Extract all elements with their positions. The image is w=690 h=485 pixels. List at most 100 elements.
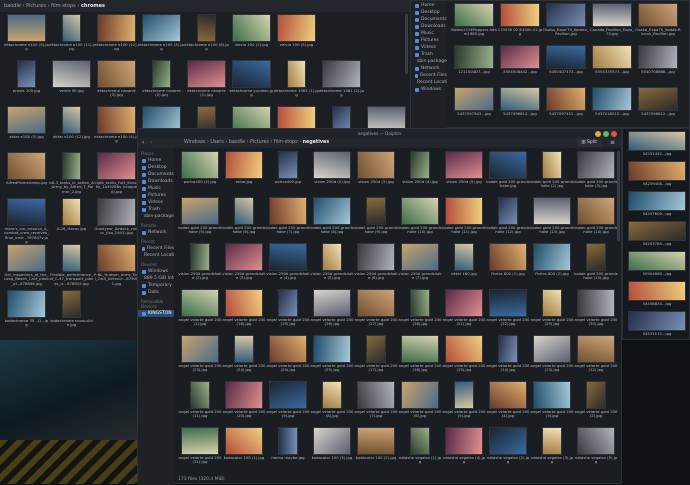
file-item[interactable]: kodak gold 200 grandshake (2).jpg [530, 151, 574, 197]
minimize-icon[interactable] [595, 130, 601, 137]
file-item[interactable]: Osaka_Expo70_Kodak-Riccoh_Pavilion.jpg [635, 3, 681, 45]
file-item[interactable]: Light_tanks_Fort_Knox_Ky_1a35286u (cropp… [94, 152, 139, 198]
file-manager-window-strip[interactable]: 54251452...jpg 54259408...jpg 54257609...j… [622, 128, 690, 340]
file-item[interactable]: velvia 50.jpg [49, 60, 94, 106]
file-item[interactable]: velvia 100 (2).jpg [229, 14, 274, 60]
file-item[interactable]: kodak gold 200 grandshake (14).jpg [574, 197, 618, 243]
file-item[interactable]: ektachrome 1981 (2).jpg [319, 60, 364, 106]
file-item[interactable]: ektachrome e100 (12).jpg [94, 14, 139, 60]
file-item[interactable]: P-NL_Hudson_Army_Tool_Calif_Airforce...8… [94, 244, 139, 290]
file-item[interactable]: Girl_inspectors_at_the_Long_Beach_Calif_… [4, 244, 49, 290]
file-item[interactable]: kodak gold 200 grandshake (11).jpg [442, 197, 486, 243]
sidebar-item[interactable]: Trash [411, 51, 447, 58]
file-item[interactable]: kodak gold 200 grandshake (10).jpg [398, 197, 442, 243]
file-item[interactable]: vision 250d grandshake (7).jpg [398, 243, 442, 289]
file-item[interactable]: A-26_Havoc.jpg [49, 198, 94, 244]
file-item[interactable]: 5437096612...jpg [635, 87, 681, 129]
file-item[interactable]: kodak gold 200 grandshake.jpg [486, 151, 530, 197]
file-item[interactable]: kodak gold 200 grandshake (15).jpg [574, 243, 618, 289]
sidebar-item[interactable]: Recent Locations [138, 252, 174, 259]
file-item[interactable]: vision 250d (9).jpg [442, 151, 486, 197]
breadcrumb-item[interactable]: Users [210, 140, 223, 145]
file-item[interactable]: angel velarte gold 200 (16).jpg [398, 335, 442, 381]
file-item[interactable]: Osaka_Expo'70_Korean_Pavilion.jpg [543, 3, 589, 45]
file-item[interactable]: vision 250d (4).jpg [398, 151, 442, 197]
file-item[interactable]: natasha segalov (3).jpg [530, 427, 574, 473]
sidebar-item[interactable]: Network [138, 229, 174, 236]
file-item[interactable]: natasha segalov (2).jpg [486, 427, 530, 473]
breadcrumb-item[interactable]: film-stops [51, 3, 76, 9]
file-item[interactable]: 5437097451...jpg [543, 87, 589, 129]
file-item[interactable]: natasha segalov (4).jpg [442, 427, 486, 473]
file-item[interactable]: angel velarte gold 200 (7).jpg [354, 381, 398, 427]
file-item[interactable]: kodak gold 200 grandshake (12).jpg [486, 197, 530, 243]
sidebar-item[interactable]: Network [411, 65, 447, 72]
breadcrumb-item[interactable]: baodle [229, 140, 245, 145]
menu-icon[interactable]: ≡ [610, 139, 615, 146]
sidebar-item[interactable]: Music [138, 185, 174, 192]
file-item[interactable]: angel velarte gold 200 (8).jpg [310, 381, 354, 427]
file-item[interactable]: 54531172...jpg [625, 311, 689, 341]
file-item[interactable]: angel velarte gold 200 (1).jpg [178, 289, 222, 335]
file-item[interactable]: ektar.jpg [222, 151, 266, 197]
file-item[interactable]: kodachrome snow-slide.jpg [49, 290, 94, 336]
file-item[interactable]: ektachrome e100 (9).jpg [4, 14, 49, 60]
breadcrumb-item[interactable]: film-stops [274, 140, 298, 145]
file-item[interactable]: 170530 02 K4500 02.jpg [497, 3, 543, 45]
file-item[interactable]: ektachrome e100 (8).jpg [184, 14, 229, 60]
file-item[interactable]: Portra 800 (2).jpg [530, 243, 574, 289]
file-item[interactable]: 5504508442...jpg [497, 45, 543, 87]
sidebar-item[interactable]: Videos [411, 44, 447, 51]
breadcrumb-item[interactable]: Pictures [26, 3, 46, 9]
breadcrumb-item[interactable]: Pictures [250, 140, 269, 145]
file-item[interactable]: kodacolor 100 (1).jpg [222, 427, 266, 473]
file-item[interactable]: kodak gold 200 grandshake (9).jpg [354, 197, 398, 243]
file-item[interactable]: 54458834...jpg [625, 281, 689, 311]
file-item[interactable]: angel velarte gold 200 (11).jpg [178, 381, 222, 427]
file-item[interactable]: ektachrome navarre (2).jpg [139, 60, 184, 106]
sidebar-item[interactable]: Recent Files [411, 72, 447, 79]
file-item[interactable]: 5437018512...jpg [589, 87, 635, 129]
close-icon[interactable] [611, 130, 617, 137]
file-item[interactable]: Portra 800 (1).jpg [486, 243, 530, 289]
file-item[interactable]: angel velarte gold 200 (19).jpg [266, 289, 310, 335]
file-item[interactable]: angel velarte gold 200 (6).jpg [398, 381, 442, 427]
file-item[interactable]: 5040708868...jpg [635, 45, 681, 87]
file-item[interactable]: 5437097943...jpg [451, 87, 497, 129]
file-item[interactable]: ektar e100 (5).jpg [4, 106, 49, 152]
file-item[interactable]: vision 250d grandshake (2).jpg [178, 243, 222, 289]
back-icon[interactable]: ‹ [142, 139, 144, 146]
sidebar-item[interactable]: Data [138, 289, 174, 296]
file-item[interactable]: Goodyear_Airdock_colour_(iso_1941).jpg [94, 198, 139, 244]
file-item[interactable]: angel velarte gold 200 (5).jpg [442, 381, 486, 427]
file-item[interactable]: angel velarte gold 200 (28).jpg [398, 289, 442, 335]
file-item[interactable]: angel velarte gold 200 (20).jpg [266, 335, 310, 381]
file-item[interactable]: angel velarte gold 200 (26).jpg [310, 289, 354, 335]
scrollbar[interactable] [617, 151, 620, 241]
file-item[interactable]: angel velarte gold 200 (9).jpg [266, 381, 310, 427]
sidebar-item[interactable]: 889.5 GiB Inter... [138, 275, 174, 282]
file-item[interactable]: vision 250d grandshake (5).jpg [310, 243, 354, 289]
file-item[interactable]: 5437096614...jpg [497, 87, 543, 129]
file-item[interactable]: ektar 160.jpg [442, 243, 486, 289]
sidebar-item[interactable]: Documents [138, 171, 174, 178]
file-item[interactable]: angel velarte gold 200 (17).jpg [354, 335, 398, 381]
sidebar-item[interactable]: Music [411, 30, 447, 37]
breadcrumb-current[interactable]: negatives [303, 140, 330, 145]
file-item[interactable]: angel velarte gold 200 (3).jpg [530, 381, 574, 427]
file-item[interactable]: angel velarte gold 200 (31).jpg [178, 427, 222, 473]
file-item[interactable]: AlfredPalmerlamp.jpg [4, 152, 49, 198]
maximize-icon[interactable] [603, 130, 609, 137]
file-item[interactable]: 54259408...jpg [625, 161, 689, 191]
file-item[interactable]: kodak gold 200 grandshake (6).jpg [222, 197, 266, 243]
file-item[interactable]: natasha segalov (5).jpg [574, 427, 618, 473]
split-button[interactable]: ▥ Split [577, 139, 601, 147]
sidebar-item[interactable]: Temporary [138, 282, 174, 289]
file-item[interactable]: portra400.jpg [266, 151, 310, 197]
sidebar-item[interactable]: Pictures [411, 37, 447, 44]
file-item[interactable]: ektachrome 1981 (1).jpg [274, 60, 319, 106]
sidebar-item[interactable]: Pictures [138, 192, 174, 199]
file-item[interactable]: b8-3_tanks_in_action_A_Army_by_Alfred_T_… [49, 152, 94, 198]
file-item[interactable]: angel velarte gold 200 (22).jpg [486, 289, 530, 335]
sidebar-item[interactable]: Documents [411, 16, 447, 23]
